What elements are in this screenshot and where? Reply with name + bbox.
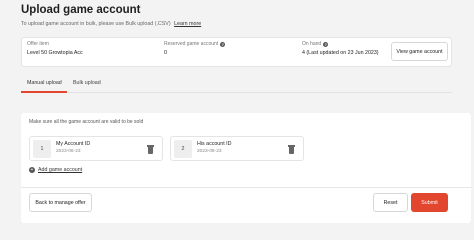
submit-button[interactable]: Submit [411, 193, 448, 212]
reset-button[interactable]: Reset [373, 193, 408, 212]
manual-upload-panel: Make sure all the game account are valid… [21, 113, 471, 223]
help-icon[interactable]: ? [220, 41, 226, 47]
account-date: 2023-06-23 [197, 149, 222, 154]
offer-item-label: Offer item [27, 41, 49, 47]
active-tab-indicator [21, 91, 67, 93]
on-hand-label: On hand [302, 41, 322, 47]
offer-item-block: Offer item Level 50 Growtopia Acc [27, 41, 83, 56]
account-index: 2 [174, 140, 192, 158]
add-game-account-label: Add game account [38, 167, 83, 173]
plus-circle-icon: + [29, 166, 35, 173]
reserved-value: 0 [164, 50, 167, 56]
back-to-manage-offer-button[interactable]: Back to manage offer [29, 193, 92, 212]
on-hand-label-row: On hand ? [302, 41, 379, 47]
tab-manual-upload[interactable]: Manual upload [27, 80, 62, 86]
view-game-account-button[interactable]: View game account [391, 42, 448, 61]
account-id: My Account ID [56, 141, 91, 147]
validity-note: Make sure all the game account are valid… [29, 119, 144, 125]
trash-icon[interactable] [288, 145, 295, 154]
help-icon[interactable]: ? [323, 41, 329, 47]
learn-more-link[interactable]: Learn more [174, 21, 201, 27]
account-date: 2023-06-23 [56, 149, 81, 154]
on-hand-block: On hand ? 4 (Last updated on 23 Jun 2023… [302, 41, 379, 56]
page-subtitle: To upload game account in bulk, please u… [21, 21, 201, 27]
add-game-account-button[interactable]: + Add game account [29, 167, 82, 173]
subtitle-text: To upload game account in bulk, please u… [21, 21, 171, 27]
game-account-card: 2 His account ID 2023-06-23 [170, 136, 304, 161]
account-index: 1 [33, 140, 51, 158]
upload-tabs: Manual upload Bulk upload [21, 74, 452, 93]
reserved-label-row: Reserved game account ? [164, 41, 226, 47]
reserved-label: Reserved game account [164, 41, 219, 47]
reserved-block: Reserved game account ? 0 [164, 41, 226, 56]
trash-icon[interactable] [147, 145, 154, 154]
game-account-card: 1 My Account ID 2023-06-23 [29, 136, 163, 161]
tab-bulk-upload[interactable]: Bulk upload [73, 80, 101, 86]
offer-item-value: Level 50 Growtopia Acc [27, 50, 83, 56]
account-id: His account ID [197, 141, 232, 147]
divider [21, 187, 471, 188]
page-title: Upload game account [21, 4, 141, 16]
offer-info-card: Offer item Level 50 Growtopia Acc Reserv… [21, 37, 452, 67]
on-hand-value: 4 (Last updated on 23 Jun 2023) [302, 50, 379, 56]
